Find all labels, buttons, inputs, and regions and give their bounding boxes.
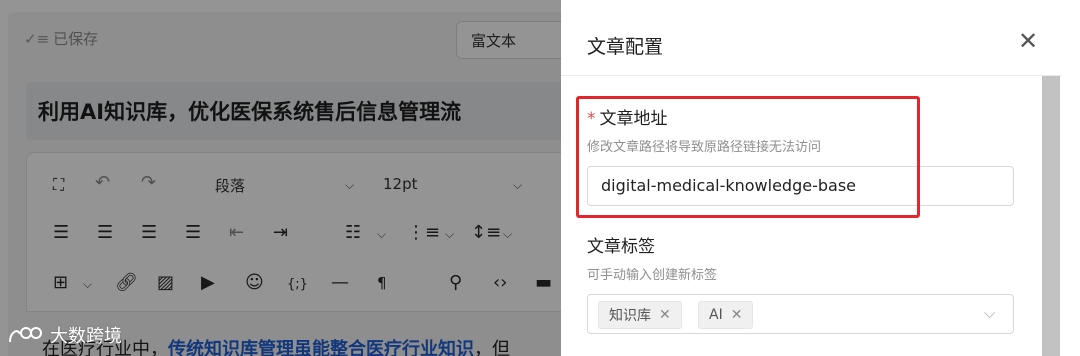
tag-chip: 知识库 ✕ (598, 301, 682, 329)
article-tags-select[interactable]: 知识库 ✕ AI ✕ ⌵ (587, 294, 1014, 334)
watermark: 大数跨境 (6, 322, 122, 348)
watermark-logo-icon (9, 327, 42, 343)
article-config-drawer: 文章配置 ✕ * 文章地址 修改文章路径将导致原路径链接无法访问 digital-… (561, 0, 1080, 356)
drawer-scrollbar[interactable] (1042, 76, 1060, 356)
drawer-header: 文章配置 ✕ (561, 12, 1062, 76)
chevron-down-icon[interactable]: ⌵ (984, 304, 995, 322)
watermark-text: 大数跨境 (50, 326, 122, 347)
tag-chip: AI ✕ (698, 301, 754, 329)
highlight-box (576, 96, 920, 218)
tag-label: 知识库 (609, 308, 651, 324)
remove-tag-icon[interactable]: ✕ (659, 307, 671, 323)
drawer-scroll-track (1062, 12, 1080, 356)
close-icon[interactable]: ✕ (1017, 29, 1039, 53)
drawer-title: 文章配置 (587, 36, 664, 58)
tags-field-label: 文章标签 (587, 237, 655, 257)
remove-tag-icon[interactable]: ✕ (731, 307, 743, 323)
tags-field-hint: 可手动输入创建新标签 (587, 268, 718, 283)
tag-label: AI (709, 307, 723, 323)
modal-overlay[interactable] (0, 0, 561, 356)
